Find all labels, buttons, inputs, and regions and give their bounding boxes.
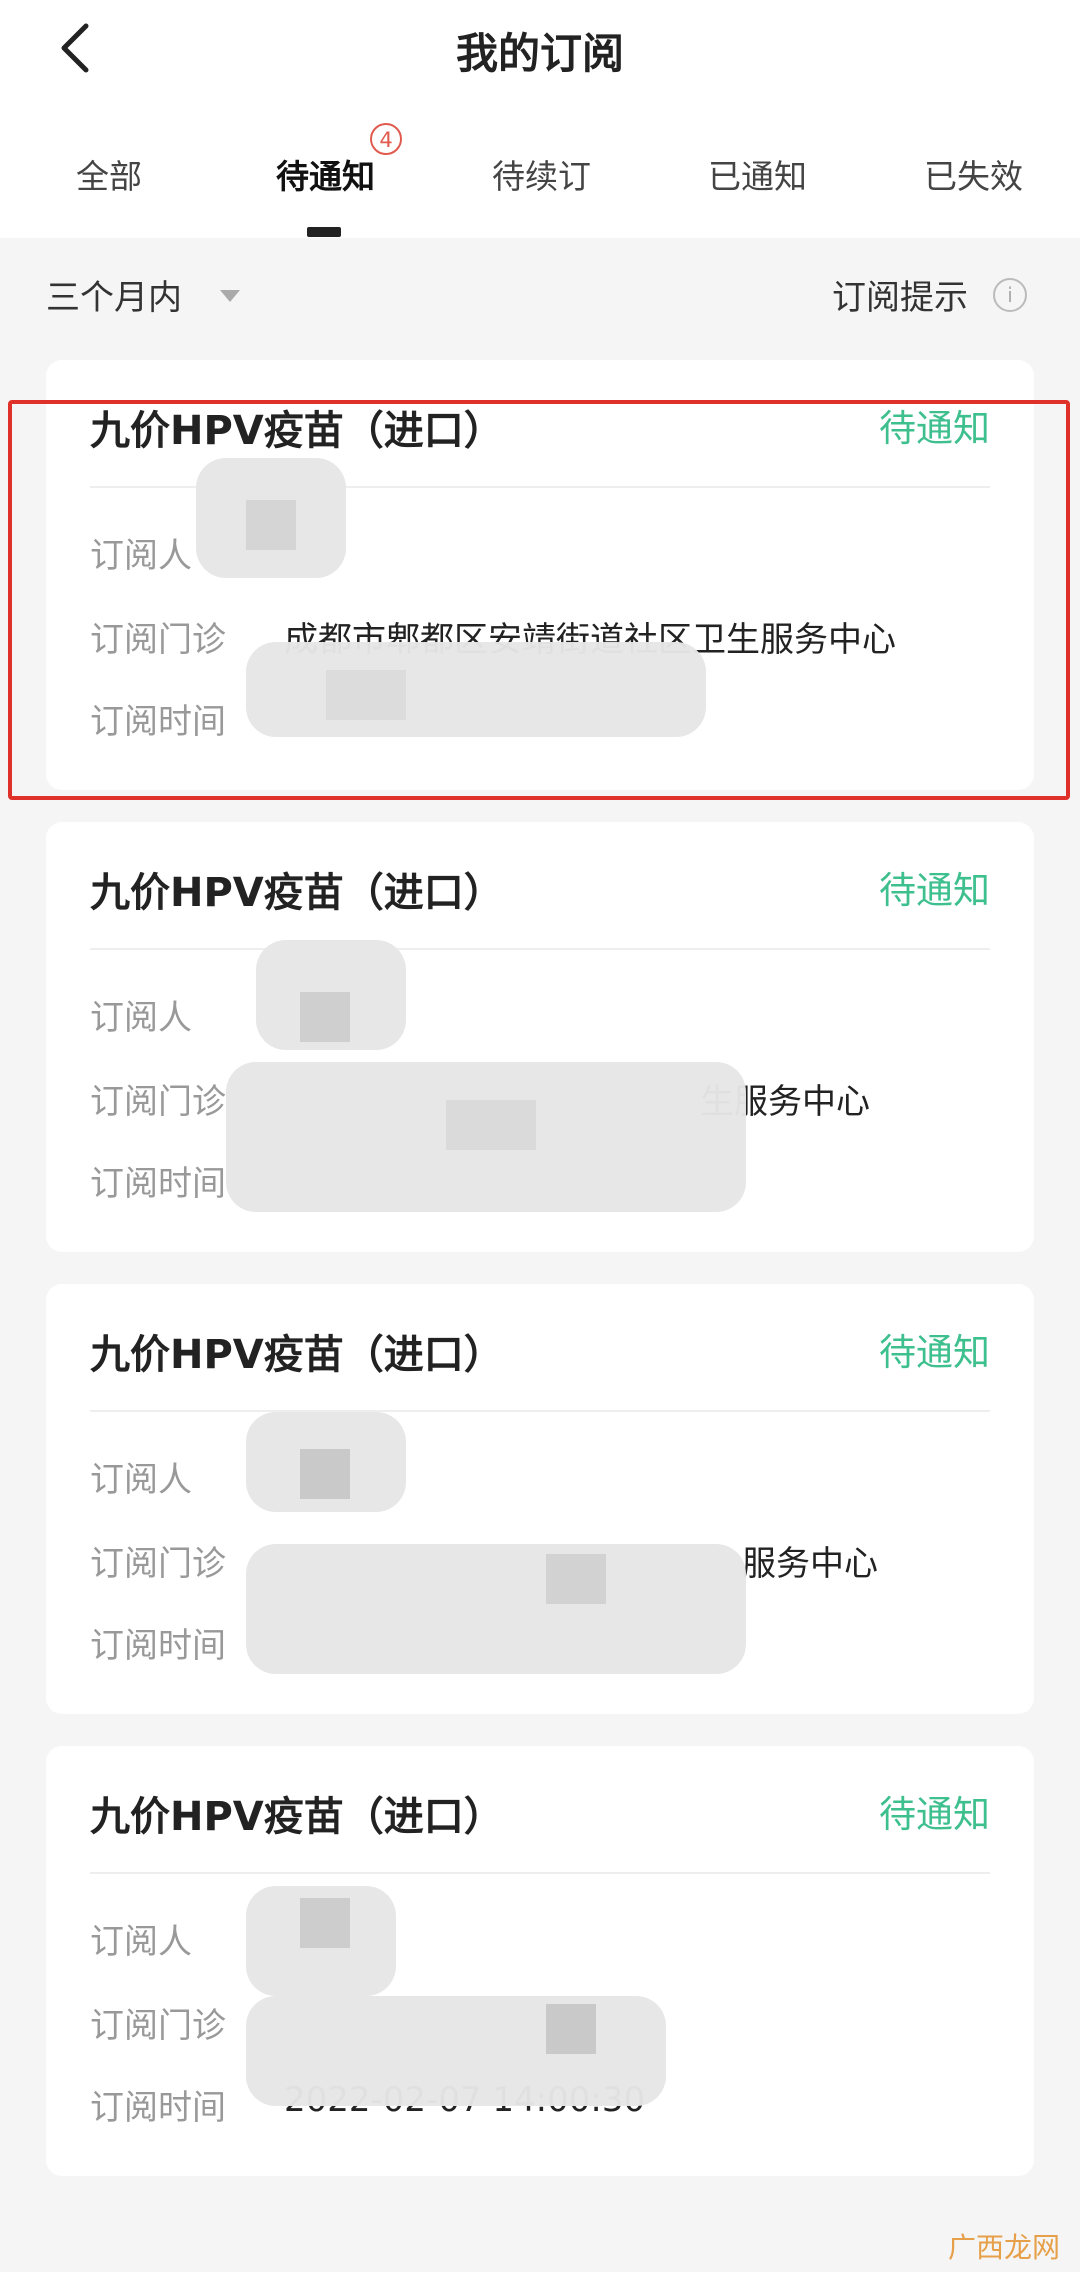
info-icon[interactable]: i — [993, 278, 1027, 312]
privacy-blur — [546, 1554, 606, 1604]
privacy-blur — [246, 642, 706, 737]
tab-notified[interactable]: 已通知 — [708, 150, 807, 198]
subscriber-label: 订阅人 — [90, 1460, 192, 1500]
tab-bar: 全部 待通知 待续订 已通知 已失效 — [0, 130, 1080, 238]
count-badge: 4 — [370, 123, 402, 155]
privacy-blur — [446, 1100, 536, 1150]
privacy-blur — [246, 1996, 666, 2106]
clinic-value: 服务中心 — [742, 1544, 878, 1584]
clinic-label: 订阅门诊 — [90, 620, 226, 660]
clinic-label: 订阅门诊 — [90, 1544, 226, 1584]
subscriber-label: 订阅人 — [90, 536, 192, 576]
tab-pending-renew[interactable]: 待续订 — [492, 150, 591, 198]
clinic-label: 订阅门诊 — [90, 1082, 226, 1122]
time-range-filter[interactable]: 三个月内 — [46, 270, 182, 319]
divider — [90, 1410, 990, 1412]
subscriber-label: 订阅人 — [90, 1922, 192, 1962]
page-title: 我的订阅 — [455, 29, 624, 78]
status-label: 待通知 — [879, 407, 990, 450]
watermark: 广西龙网 — [948, 2231, 1061, 2264]
dropdown-caret-icon[interactable] — [220, 290, 240, 302]
time-label: 订阅时间 — [90, 2088, 226, 2128]
tab-expired[interactable]: 已失效 — [924, 150, 1023, 198]
status-label: 待通知 — [879, 1793, 990, 1836]
tab-pending-notify[interactable]: 待通知 — [276, 150, 375, 198]
divider — [90, 1872, 990, 1874]
privacy-blur — [300, 1449, 350, 1499]
subscription-card[interactable]: 九价HPV疫苗（进口） 待通知 订阅人 订阅门诊 生服务中心 订阅时间 — [46, 822, 1034, 1252]
active-tab-indicator — [307, 227, 341, 237]
privacy-blur — [546, 2004, 596, 2054]
vaccine-name: 九价HPV疫苗（进口） — [90, 1794, 504, 1840]
privacy-blur — [300, 992, 350, 1042]
vaccine-name: 九价HPV疫苗（进口） — [90, 870, 504, 916]
privacy-blur — [246, 500, 296, 550]
subscription-card[interactable]: 九价HPV疫苗（进口） 待通知 订阅人 订阅门诊 成都市郫都区安靖街道社区卫生服… — [46, 360, 1034, 790]
time-label: 订阅时间 — [90, 1626, 226, 1666]
subscription-card[interactable]: 九价HPV疫苗（进口） 待通知 订阅人 订阅门诊 订阅时间 2022-02-07… — [46, 1746, 1034, 2176]
status-label: 待通知 — [879, 869, 990, 912]
privacy-blur — [246, 1544, 746, 1674]
tab-all[interactable]: 全部 — [76, 150, 142, 198]
vaccine-name: 九价HPV疫苗（进口） — [90, 1332, 504, 1378]
time-label: 订阅时间 — [90, 702, 226, 742]
subscriber-label: 订阅人 — [90, 998, 192, 1038]
privacy-blur — [326, 670, 406, 720]
divider — [90, 948, 990, 950]
clinic-label: 订阅门诊 — [90, 2006, 226, 2046]
top-bar: 我的订阅 全部 待通知 待续订 已通知 已失效 4 — [0, 0, 1080, 238]
status-label: 待通知 — [879, 1331, 990, 1374]
subscription-card[interactable]: 九价HPV疫苗（进口） 待通知 订阅人 订阅门诊 服务中心 订阅时间 — [46, 1284, 1034, 1714]
privacy-blur — [300, 1898, 350, 1948]
vaccine-name: 九价HPV疫苗（进口） — [90, 408, 504, 454]
time-label: 订阅时间 — [90, 1164, 226, 1204]
subscription-tip-link[interactable]: 订阅提示 — [832, 270, 968, 319]
